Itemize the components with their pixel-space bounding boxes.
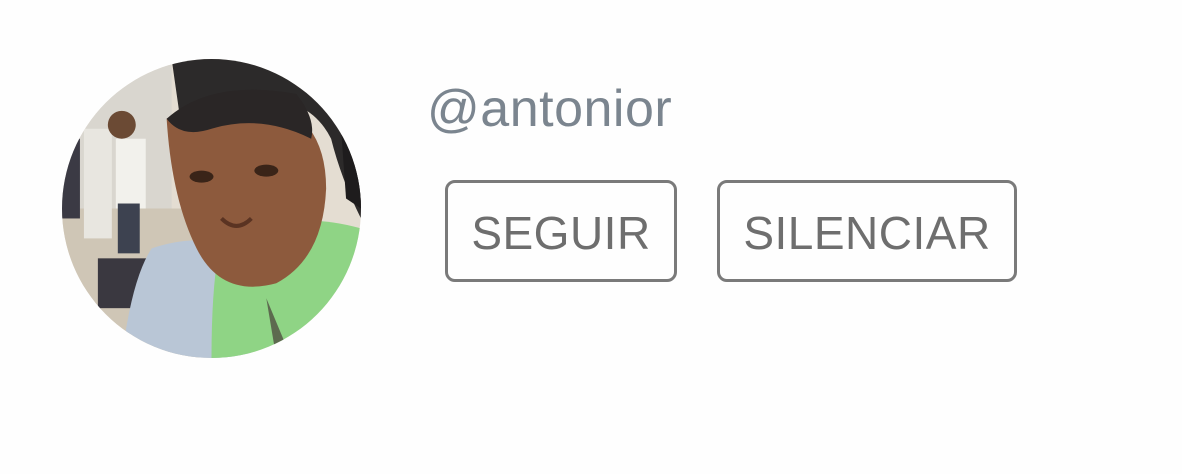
username: @antonior <box>427 80 673 138</box>
follow-button[interactable]: SEGUIR <box>445 180 677 282</box>
profile-card: @antonior SEGUIR SILENCIAR <box>0 0 1182 474</box>
avatar-photo-icon <box>62 59 361 358</box>
avatar[interactable] <box>62 59 361 358</box>
mute-button[interactable]: SILENCIAR <box>717 180 1017 282</box>
